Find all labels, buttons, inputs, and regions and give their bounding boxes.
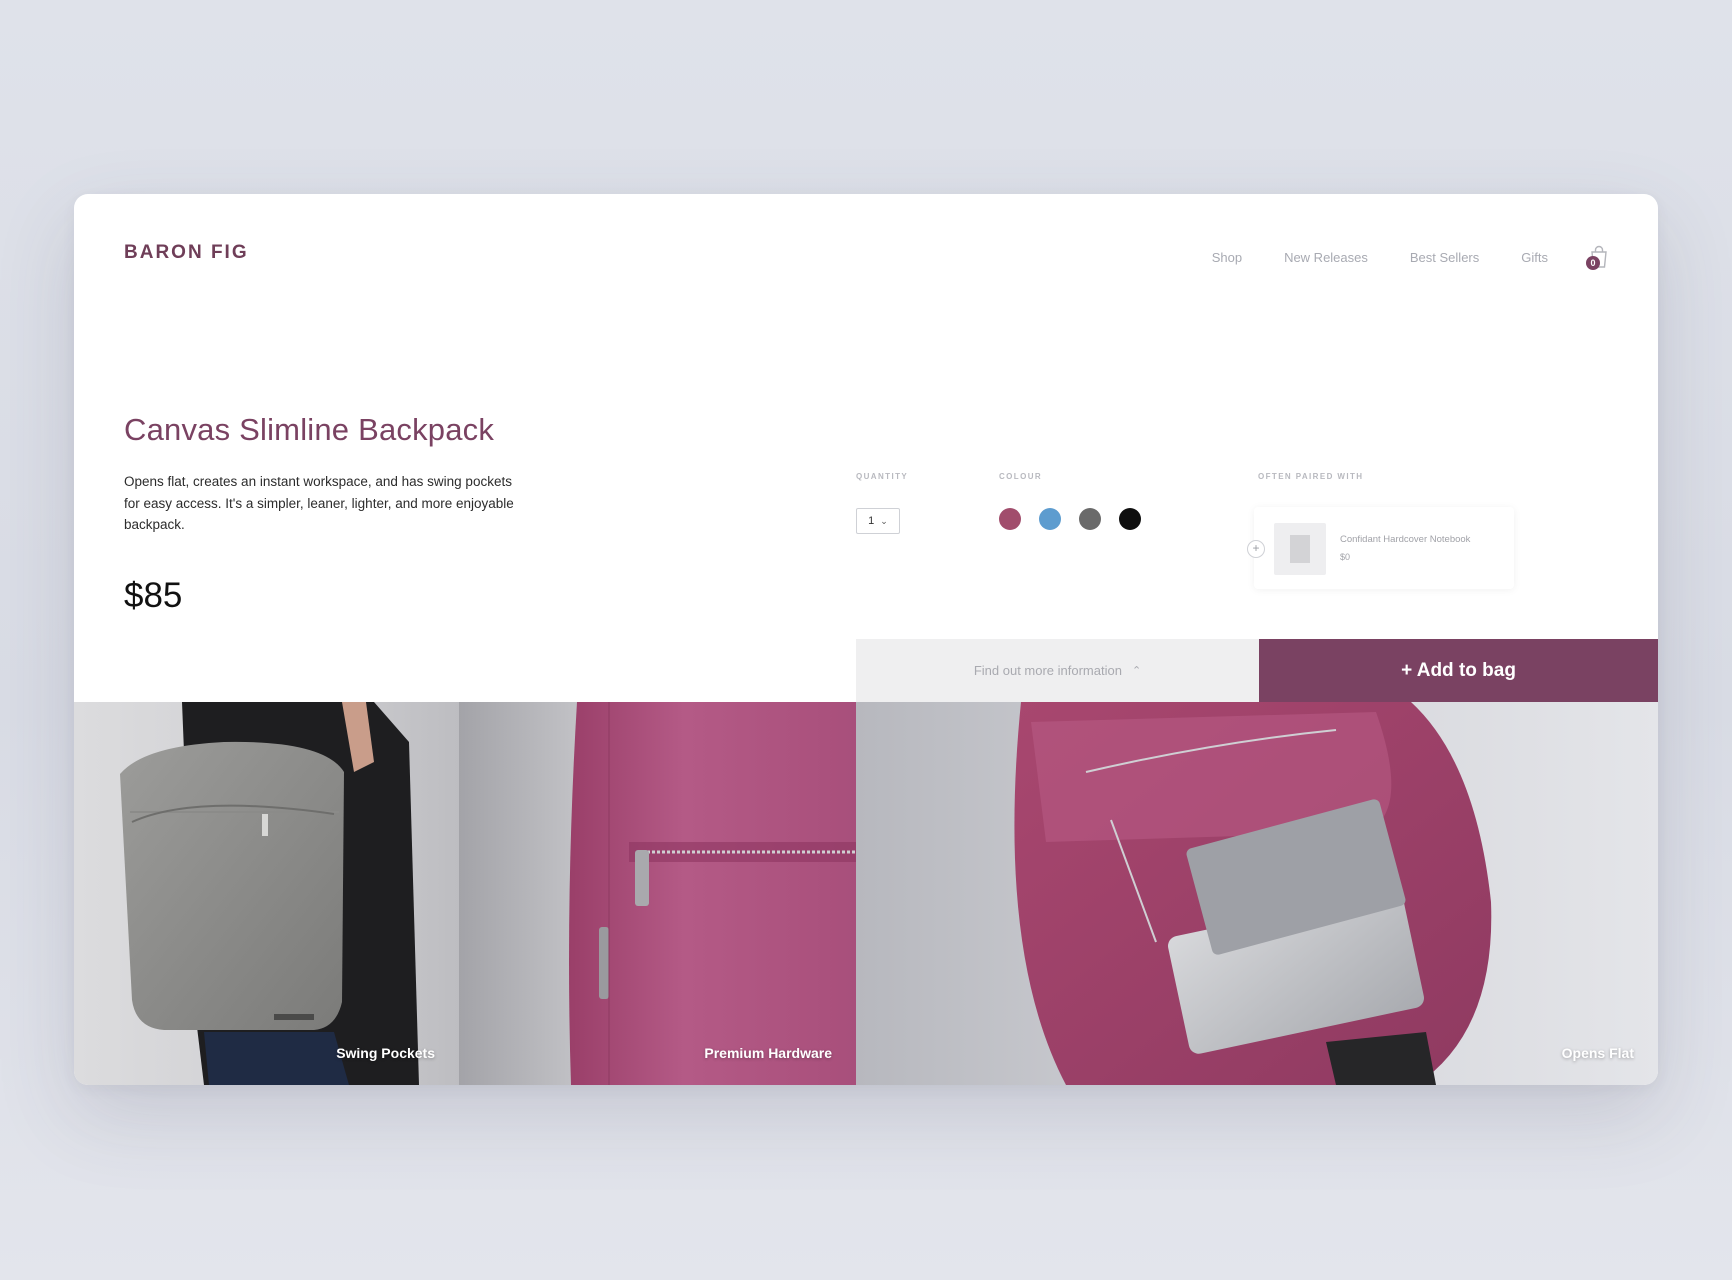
paired-product-price: $0 [1340, 552, 1351, 562]
product-price: $85 [124, 576, 183, 615]
chevron-up-icon: ⌃ [1131, 665, 1142, 677]
gallery-caption: Premium Hardware [704, 1045, 832, 1061]
quantity-value: 1 [868, 515, 875, 527]
gallery-caption: Swing Pockets [336, 1045, 435, 1061]
nav-shop[interactable]: Shop [1212, 250, 1242, 265]
quantity-label: QUANTITY [856, 472, 909, 481]
colour-swatch-black[interactable] [1119, 508, 1141, 530]
colour-label: COLOUR [999, 472, 1043, 481]
gallery: Swing Pockets Premium Hardware Opens Fla… [74, 702, 1658, 1085]
nav-best-sellers[interactable]: Best Sellers [1410, 250, 1479, 265]
backpack-wearer-image [120, 702, 419, 1085]
bag-count-badge: 0 [1586, 256, 1600, 270]
more-info-label: Find out more information [973, 663, 1122, 678]
paired-product-name: Confidant Hardcover Notebook [1340, 534, 1471, 545]
colour-swatch-blue[interactable] [1039, 508, 1061, 530]
opened-backpack-image [1014, 702, 1492, 1085]
product-page: BARON FIG Shop New Releases Best Sellers… [74, 194, 1658, 1085]
product-title: Canvas Slimline Backpack [124, 412, 495, 447]
gallery-panel-swing-pockets[interactable]: Swing Pockets [74, 702, 459, 1085]
colour-swatch-plum[interactable] [999, 508, 1021, 530]
paired-product-card[interactable]: + Confidant Hardcover Notebook $0 [1247, 507, 1514, 589]
gallery-panel-opens-flat[interactable]: Opens Flat [856, 702, 1658, 1085]
more-info-button[interactable]: Find out more information ⌃ [856, 639, 1259, 702]
colour-swatch-grey[interactable] [1079, 508, 1101, 530]
chevron-down-icon: ⌄ [880, 515, 888, 526]
add-paired-icon[interactable]: + [1247, 540, 1265, 558]
often-paired-label: OFTEN PAIRED WITH [1258, 472, 1364, 481]
shopping-bag-icon[interactable]: 0 [1586, 244, 1610, 270]
gallery-caption: Opens Flat [1561, 1045, 1634, 1061]
nav-new-releases[interactable]: New Releases [1284, 250, 1368, 265]
paired-product-thumbnail [1274, 523, 1326, 575]
product-description: Opens flat, creates an instant workspace… [124, 474, 514, 532]
main-nav: Shop New Releases Best Sellers Gifts 0 [1170, 244, 1610, 270]
gallery-panel-premium-hardware[interactable]: Premium Hardware [459, 702, 856, 1085]
zipper-closeup-image [569, 702, 856, 1085]
nav-gifts[interactable]: Gifts [1521, 250, 1548, 265]
brand-logo[interactable]: BARON FIG [124, 242, 249, 264]
add-to-bag-button[interactable]: + Add to bag [1259, 639, 1658, 702]
quantity-select[interactable]: 1 ⌄ [856, 508, 900, 534]
